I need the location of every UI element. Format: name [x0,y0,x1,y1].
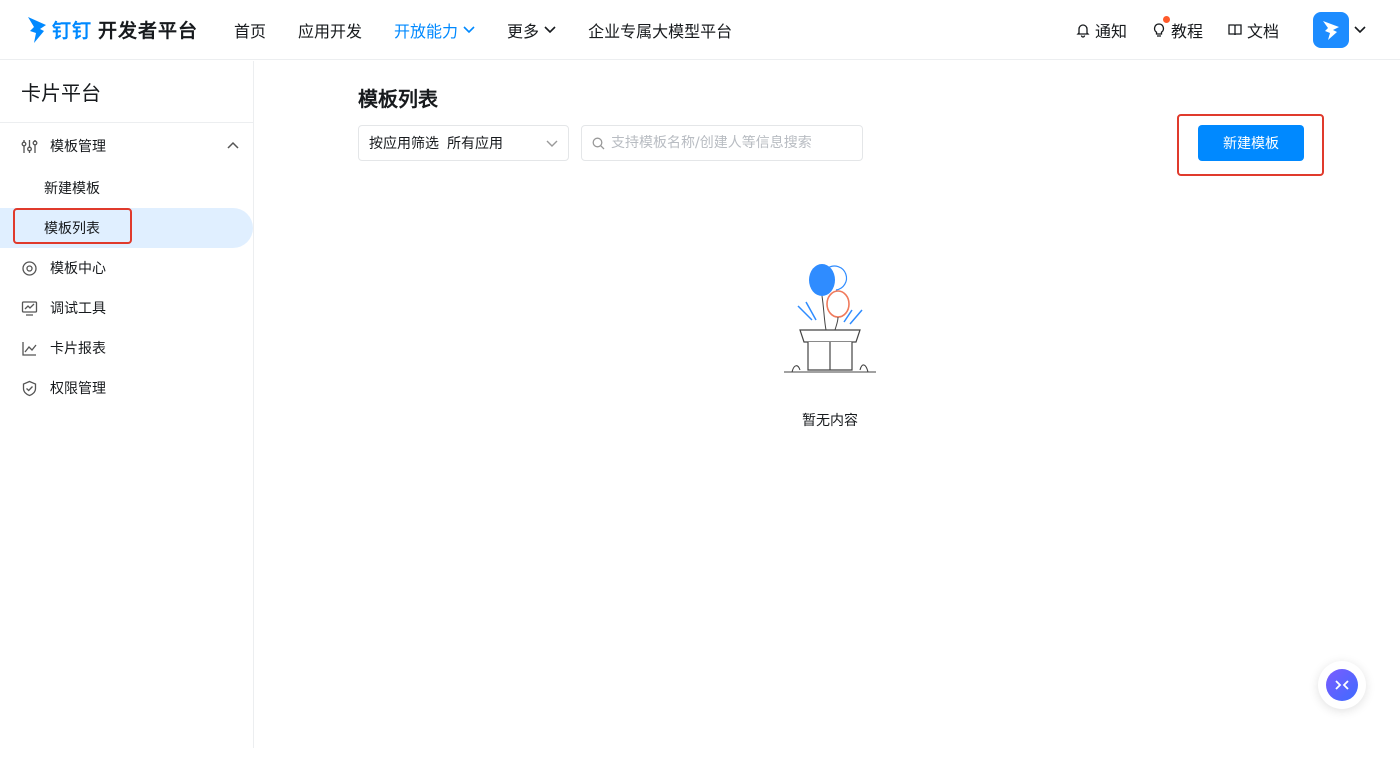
sidebar-item-new-template[interactable]: 新建模板 [0,168,253,208]
nav-app-development-label: 应用开发 [298,21,363,41]
header-actions: 通知 教程 文档 [1051,0,1366,60]
lightbulb-icon [1153,23,1165,37]
assistant-icon [1326,669,1358,701]
filter-value: 所有应用 [447,136,503,152]
notification-button[interactable]: 通知 [1075,18,1127,42]
chevron-down-icon [544,25,556,33]
top-navigation-bar: 钉钉 开发者平台 首页 应用开发 开放能力 更多 企业专属大模型平台 通知 教程… [0,0,1400,60]
shield-icon [22,380,37,396]
main-content: 模板列表 按应用筛选 所有应用 新建模板 暂无内容 [255,61,1400,748]
sliders-icon [21,139,38,153]
nav-open-capabilities[interactable]: 开放能力 [394,18,475,42]
search-input[interactable] [611,135,851,151]
notification-dot [1162,16,1170,23]
dingtalk-avatar-icon [1323,21,1339,40]
docs-button[interactable]: 文档 [1227,18,1279,42]
book-icon [1228,24,1242,36]
sidebar-item-debug-tools[interactable]: 调试工具 [0,288,253,328]
nav-home-label: 首页 [234,21,267,41]
docs-label: 文档 [1246,22,1279,41]
avatar[interactable] [1313,12,1349,48]
brand[interactable]: 钉钉 开发者平台 [26,15,210,45]
app-filter-select[interactable]: 按应用筛选 所有应用 [358,125,569,161]
create-template-button[interactable]: 新建模板 [1198,125,1304,161]
dingtalk-logo-icon [28,16,46,43]
brand-name: 钉钉 [52,20,93,42]
highlight-box [13,208,132,244]
tutorial-label: 教程 [1170,22,1203,41]
main-nav: 首页 应用开发 开放能力 更多 企业专属大模型平台 [234,0,764,60]
sidebar-item-label: 模板中心 [50,261,106,277]
nav-more[interactable]: 更多 [507,18,556,42]
assistant-glyph-icon [1335,680,1349,690]
user-menu[interactable] [1313,12,1366,48]
search-box[interactable] [581,125,863,161]
chevron-down-icon [546,140,558,147]
sidebar-item-label: 卡片报表 [50,341,106,357]
sidebar-group-template-management[interactable]: 模板管理 [0,124,253,168]
sidebar-item-card-reports[interactable]: 卡片报表 [0,328,253,368]
line-chart-icon [22,341,37,356]
nav-enterprise-llm-platform[interactable]: 企业专属大模型平台 [588,18,732,42]
tutorial-button[interactable]: 教程 [1151,16,1203,42]
sidebar-item-template-center[interactable]: 模板中心 [0,248,253,288]
sidebar-item-label: 权限管理 [50,381,106,397]
floating-assistant-button[interactable] [1318,661,1366,709]
sidebar-item-permissions[interactable]: 权限管理 [0,368,253,408]
nav-open-capabilities-label: 开放能力 [394,21,459,41]
empty-state-text: 暂无内容 [802,413,858,429]
chevron-down-icon [1354,26,1366,34]
brand-subtitle: 开发者平台 [98,20,199,42]
bell-icon [1076,24,1090,38]
nav-home[interactable]: 首页 [234,18,266,42]
template-center-icon [22,260,37,276]
nav-app-development[interactable]: 应用开发 [298,18,362,42]
filter-label: 按应用筛选 [369,136,439,152]
chevron-down-icon [463,25,475,33]
page-title: 模板列表 [358,87,438,111]
sidebar-group-label: 模板管理 [50,139,106,155]
empty-box-balloons-icon [784,264,876,373]
sidebar: 卡片平台 模板管理 新建模板 模板列表 模板中心 调试工具 卡片报表 权限管理 [0,61,254,748]
search-icon [592,137,605,149]
sidebar-title: 卡片平台 [0,61,253,123]
sidebar-item-label: 调试工具 [50,301,106,317]
notification-label: 通知 [1094,22,1127,41]
nav-enterprise-llm-label: 企业专属大模型平台 [588,21,733,41]
chevron-up-icon [227,141,239,149]
empty-state-illustration [780,254,880,386]
sidebar-item-template-list[interactable]: 模板列表 [0,208,253,248]
nav-more-label: 更多 [507,21,540,41]
sidebar-item-label: 新建模板 [44,181,100,197]
monitor-icon [21,300,38,316]
